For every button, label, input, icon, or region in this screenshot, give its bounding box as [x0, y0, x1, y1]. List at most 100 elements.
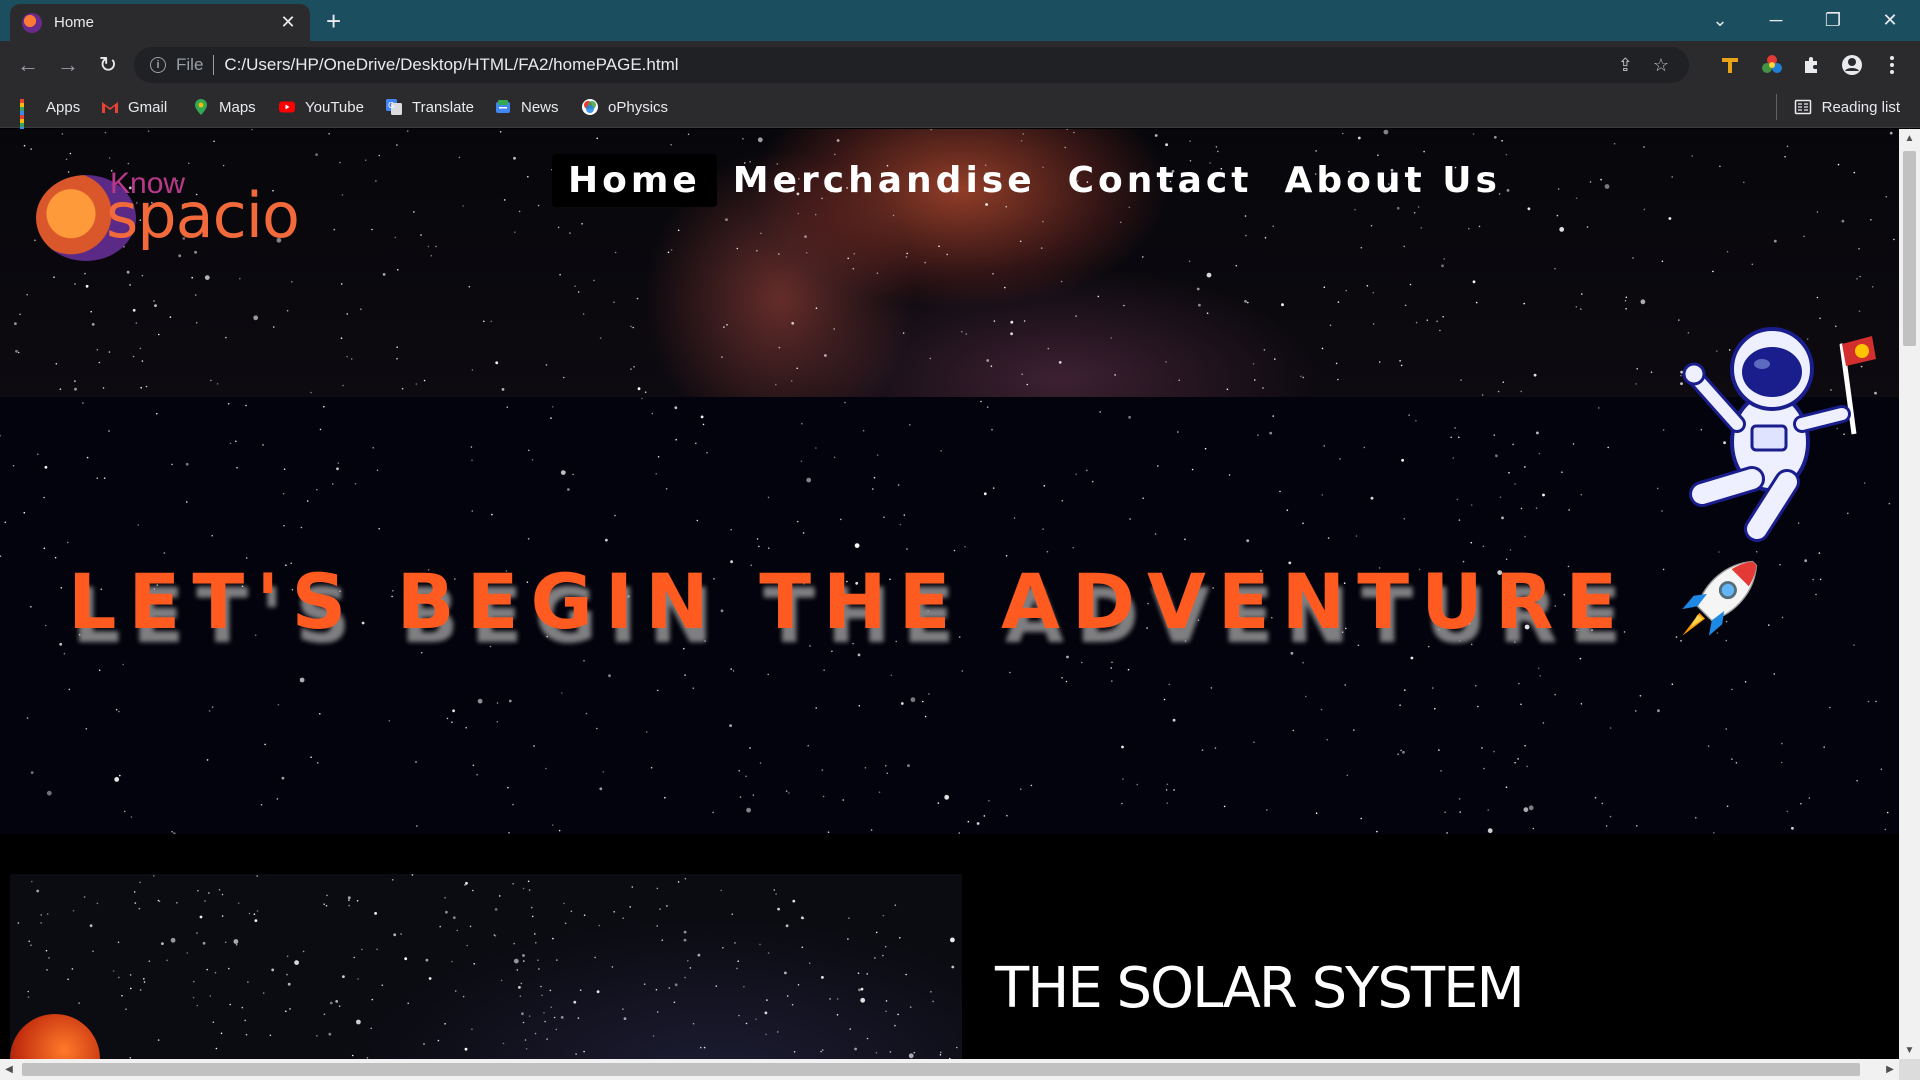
star — [1342, 132, 1344, 135]
star — [235, 440, 237, 443]
star — [364, 159, 367, 161]
star — [558, 829, 561, 832]
star — [46, 790, 52, 796]
site-info-icon[interactable]: i — [150, 57, 166, 73]
star — [1520, 703, 1522, 706]
star — [913, 1051, 916, 1054]
scroll-left-arrow-icon[interactable]: ◀ — [0, 1059, 18, 1080]
star — [237, 902, 240, 904]
star — [1650, 371, 1653, 373]
color-picker-extension-icon[interactable] — [1760, 53, 1784, 77]
star — [894, 904, 897, 906]
star — [299, 677, 305, 683]
star — [1514, 761, 1516, 764]
star — [1594, 797, 1597, 799]
nav-home[interactable]: Home — [552, 154, 717, 207]
star — [599, 337, 602, 339]
nav-about-us[interactable]: About Us — [1268, 154, 1516, 207]
star — [1735, 762, 1738, 764]
star — [980, 400, 982, 403]
star — [191, 276, 193, 279]
star — [1533, 373, 1537, 377]
bookmark-ophysics[interactable]: oPhysics — [581, 98, 668, 116]
forward-button[interactable]: → — [54, 51, 82, 79]
star — [885, 1000, 888, 1002]
browser-menu-icon[interactable] — [1880, 53, 1904, 77]
close-window-button[interactable]: ✕ — [1862, 0, 1918, 41]
browser-tab-home[interactable]: Home ✕ — [10, 4, 310, 41]
star — [465, 881, 468, 885]
star — [1613, 142, 1616, 145]
star — [1223, 805, 1226, 808]
reading-list-button[interactable]: Reading list — [1775, 94, 1900, 120]
star — [1142, 256, 1144, 258]
bookmark-star-icon[interactable]: ☆ — [1653, 55, 1669, 76]
star — [247, 981, 249, 983]
back-button[interactable]: ← — [14, 51, 42, 79]
star — [423, 379, 426, 382]
star — [108, 351, 111, 353]
star — [194, 294, 197, 296]
star — [208, 892, 210, 894]
star — [759, 762, 762, 764]
tab-search-icon[interactable]: ⌄ — [1692, 0, 1748, 41]
url-text[interactable]: C:/Users/HP/OneDrive/Desktop/HTML/FA2/ho… — [224, 55, 1617, 75]
vertical-scroll-thumb[interactable] — [1903, 151, 1916, 346]
star — [1493, 434, 1496, 436]
extensions-puzzle-icon[interactable] — [1800, 53, 1824, 77]
bookmark-youtube[interactable]: YouTube — [278, 98, 364, 116]
tab-close-icon[interactable]: ✕ — [278, 12, 298, 33]
restore-button[interactable]: ❐ — [1805, 0, 1861, 41]
profile-avatar-icon[interactable] — [1840, 53, 1864, 77]
star — [1542, 493, 1545, 497]
address-bar[interactable]: i File C:/Users/HP/OneDrive/Desktop/HTML… — [134, 47, 1689, 83]
horizontal-scroll-thumb[interactable] — [22, 1063, 1860, 1076]
star — [1812, 578, 1814, 581]
bookmark-news[interactable]: News — [494, 98, 559, 116]
star — [932, 1000, 934, 1003]
star — [161, 942, 164, 945]
bookmark-apps[interactable]: Apps — [19, 98, 80, 135]
star — [1523, 807, 1529, 813]
reload-button[interactable]: ↻ — [94, 51, 122, 79]
star — [1354, 208, 1356, 211]
star — [961, 330, 963, 333]
scroll-up-arrow-icon[interactable]: ▲ — [1899, 129, 1920, 147]
star — [950, 937, 955, 943]
star — [842, 799, 844, 801]
minimize-button[interactable]: ─ — [1748, 0, 1804, 41]
star — [491, 513, 493, 516]
vertical-scrollbar[interactable]: ▲ ▼ — [1899, 129, 1920, 1059]
star — [773, 889, 776, 891]
extension-t-icon[interactable] — [1718, 53, 1742, 77]
new-tab-button[interactable]: + — [326, 6, 341, 36]
scroll-down-arrow-icon[interactable]: ▼ — [1899, 1041, 1920, 1059]
star — [644, 391, 647, 394]
share-icon[interactable]: ⇪ — [1618, 55, 1633, 76]
site-logo[interactable]: Know spacio — [36, 167, 306, 262]
star — [729, 724, 732, 727]
bookmark-translate[interactable]: G Translate — [385, 98, 474, 116]
star — [1768, 624, 1770, 626]
star — [1858, 248, 1860, 250]
star — [967, 820, 970, 823]
star — [339, 161, 341, 164]
star — [872, 488, 874, 490]
star — [1671, 176, 1673, 178]
scroll-right-arrow-icon[interactable]: ▶ — [1881, 1059, 1899, 1080]
star — [758, 545, 760, 548]
star — [1274, 358, 1276, 360]
horizontal-scrollbar[interactable]: ◀ ▶ — [0, 1059, 1899, 1080]
star — [435, 245, 437, 248]
star — [752, 794, 755, 796]
bookmark-gmail[interactable]: Gmail — [101, 98, 167, 116]
star — [687, 960, 689, 962]
nav-merchandise[interactable]: Merchandise — [717, 154, 1052, 207]
star — [391, 879, 394, 881]
nav-contact[interactable]: Contact — [1052, 154, 1269, 207]
star — [674, 406, 678, 410]
star — [171, 830, 173, 833]
bookmark-maps[interactable]: Maps — [192, 98, 256, 116]
star — [1178, 379, 1180, 382]
star — [675, 438, 677, 441]
